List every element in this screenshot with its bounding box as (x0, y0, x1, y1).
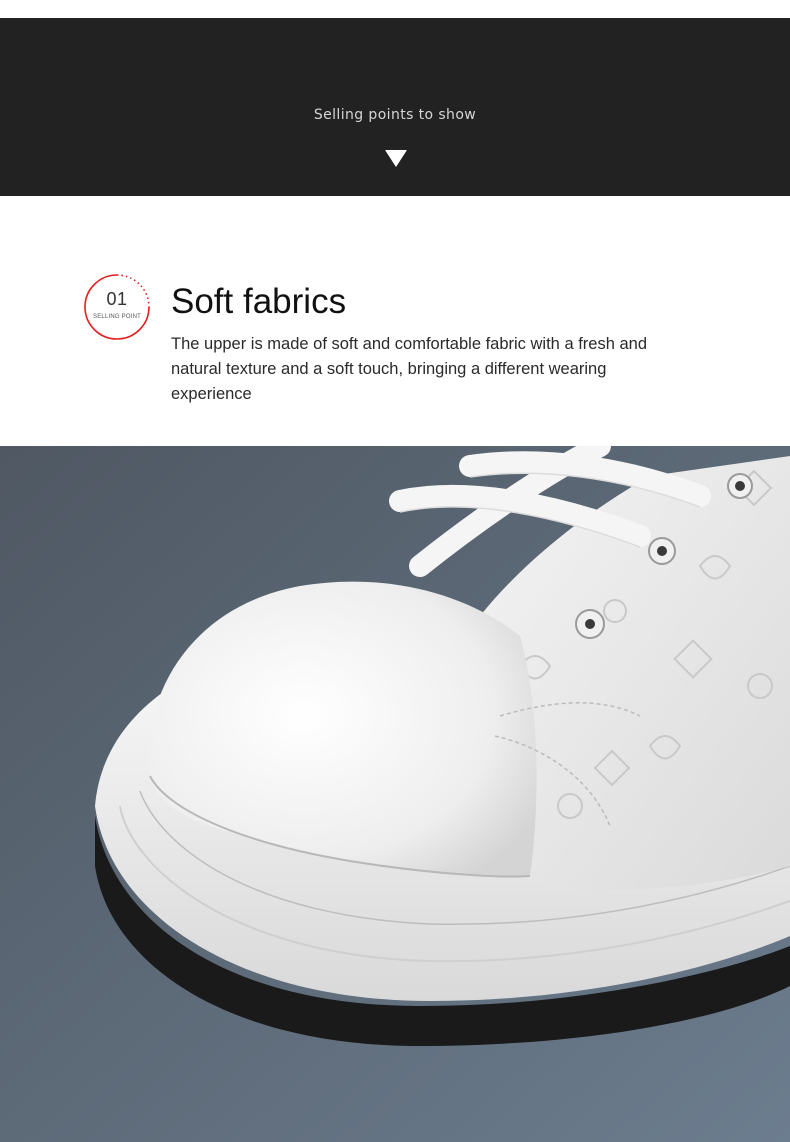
down-triangle-icon (385, 150, 407, 167)
feature-description: The upper is made of soft and comfortabl… (171, 335, 648, 403)
feature-title: Soft fabrics (171, 282, 347, 321)
banner-heading: Selling points to show (313, 107, 477, 123)
feature-number: 01 (106, 289, 128, 309)
sneaker-photo (0, 446, 790, 1142)
feature-number-sublabel: SELLING POINT (93, 314, 141, 320)
